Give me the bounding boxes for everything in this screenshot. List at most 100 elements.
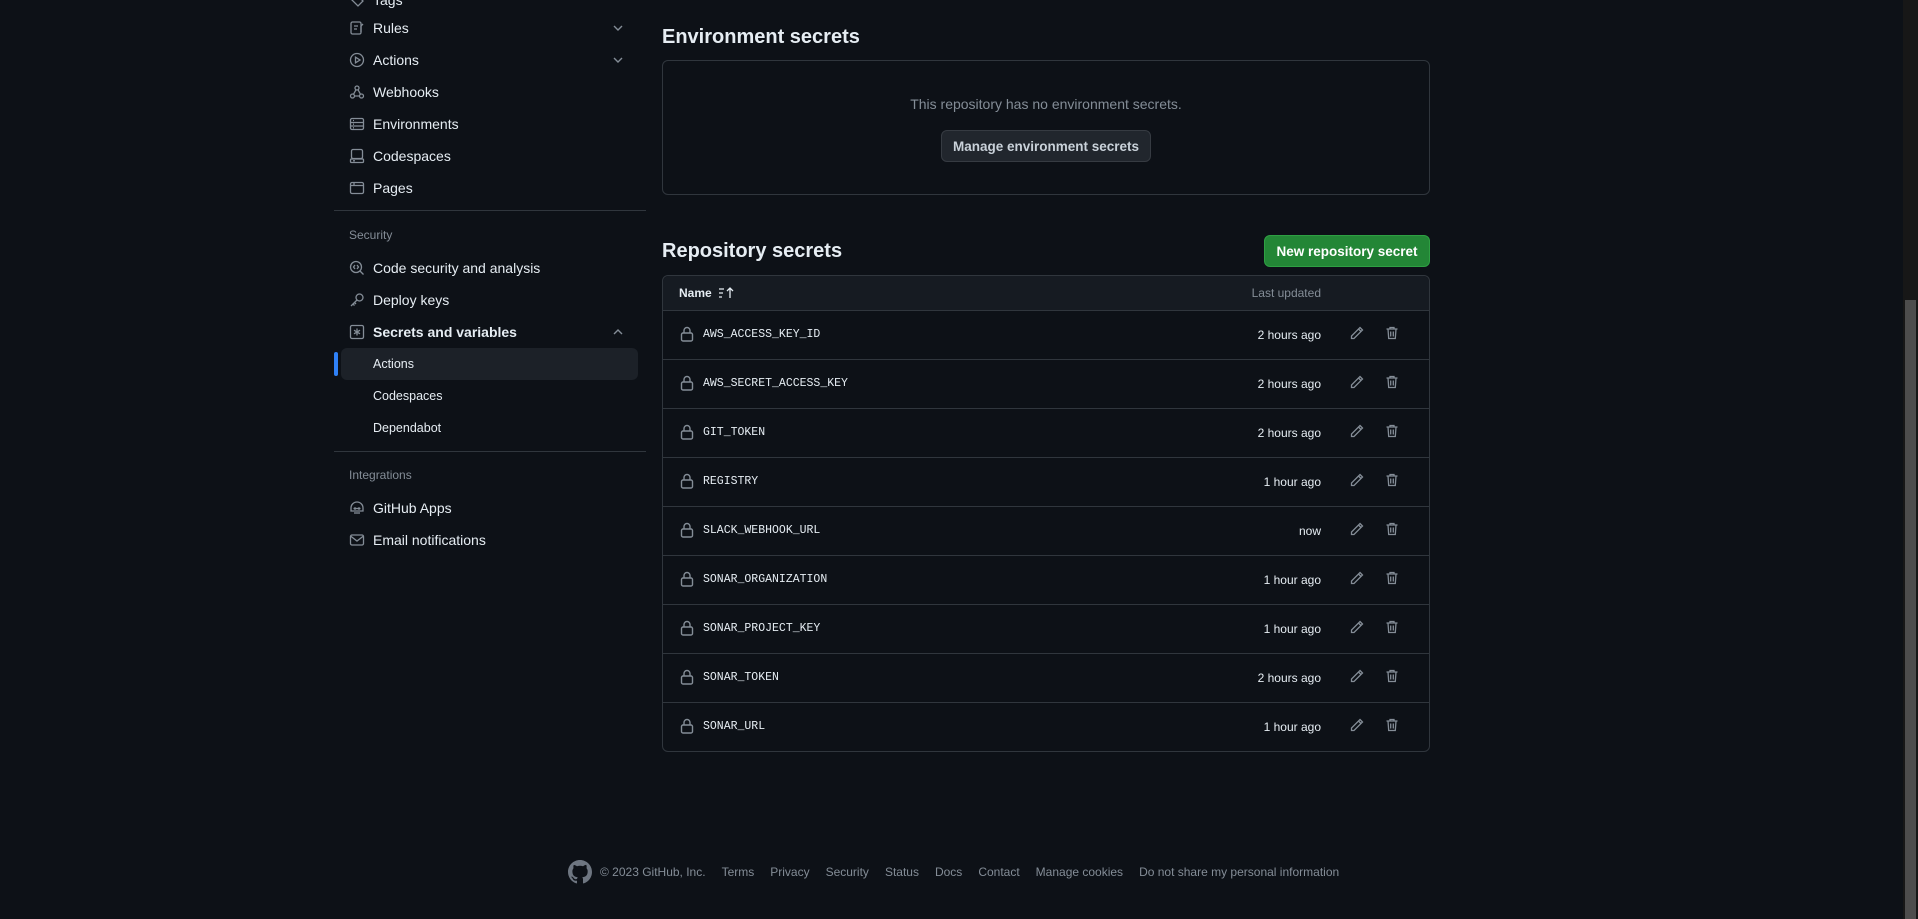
chevron-down-icon[interactable] [610,20,626,36]
trash-icon[interactable] [1384,325,1400,341]
secret-last-updated: 2 hours ago [1257,426,1321,440]
sidebar-item-deploy-keys[interactable]: Deploy keys [334,284,638,316]
secret-name: SONAR_ORGANIZATION [703,573,828,586]
repository-secrets-title: Repository secrets [662,240,843,262]
rules-icon [349,20,365,36]
column-header-name[interactable]: Name [679,286,736,300]
sidebar-heading-security: Security [349,228,393,242]
sidebar-item-label: Email notifications [373,532,486,548]
table-row: SLACK_WEBHOOK_URL now [663,506,1429,556]
trash-icon[interactable] [1384,668,1400,684]
trash-icon[interactable] [1384,717,1400,733]
chevron-down-icon[interactable] [610,52,626,68]
sidebar-item-email-notifications[interactable]: Email notifications [334,524,638,556]
footer-link-status[interactable]: Status [885,865,919,879]
active-indicator [334,352,338,376]
pencil-icon[interactable] [1349,521,1365,537]
secret-name: AWS_SECRET_ACCESS_KEY [703,377,848,390]
pencil-icon[interactable] [1349,570,1365,586]
sidebar-item-pages[interactable]: Pages [334,172,638,204]
sidebar-item-label: Pages [373,180,413,196]
empty-state-text: This repository has no environment secre… [910,96,1182,112]
footer-link-manage-cookies[interactable]: Manage cookies [1036,865,1123,879]
sidebar-item-label: Codespaces [373,148,451,164]
codescan-icon [349,260,365,276]
footer-link-terms[interactable]: Terms [722,865,755,879]
footer-link-security[interactable]: Security [826,865,869,879]
webhook-icon [349,84,365,100]
trash-icon[interactable] [1384,472,1400,488]
trash-icon[interactable] [1384,423,1400,439]
pencil-icon[interactable] [1349,423,1365,439]
pencil-icon[interactable] [1349,717,1365,733]
sidebar-item-label: Actions [373,52,419,68]
footer-link-docs[interactable]: Docs [935,865,962,879]
pencil-icon[interactable] [1349,374,1365,390]
trash-icon[interactable] [1384,521,1400,537]
trash-icon[interactable] [1384,570,1400,586]
sidebar-divider [334,451,646,452]
sidebar-item-code-security[interactable]: Code security and analysis [334,252,638,284]
trash-icon[interactable] [1384,374,1400,390]
play-icon [349,52,365,68]
footer-copyright: © 2023 GitHub, Inc. [600,865,706,879]
column-header-last-updated: Last updated [1251,286,1321,300]
scrollbar-thumb[interactable] [1905,300,1916,919]
sidebar-item-label: Environments [373,116,459,132]
secret-name: SONAR_URL [703,720,766,733]
table-row: AWS_SECRET_ACCESS_KEY 2 hours ago [663,359,1429,409]
trash-icon[interactable] [1384,619,1400,635]
footer-link-contact[interactable]: Contact [978,865,1019,879]
sidebar-item-secrets-and-variables[interactable]: Secrets and variables [334,316,638,348]
sidebar-item-label: Deploy keys [373,292,450,308]
key-asterisk-icon [349,324,365,340]
table-row: SONAR_PROJECT_KEY 1 hour ago [663,604,1429,654]
browser-icon [349,180,365,196]
secret-name: GIT_TOKEN [703,426,766,439]
hubot-icon [349,500,365,516]
codespaces-icon [349,148,365,164]
github-logo-icon[interactable] [568,860,592,884]
sidebar-item-rules[interactable]: Rules [334,12,638,44]
sidebar-divider [334,210,646,211]
sidebar-item-label: Webhooks [373,84,439,100]
sidebar-item-label: GitHub Apps [373,500,452,516]
repository-secrets-table: Name Last updated AWS_ACCESS_KEY_ID 2 hou… [662,275,1430,752]
secret-last-updated: 2 hours ago [1257,671,1321,685]
secret-last-updated: now [1298,524,1321,538]
pencil-icon[interactable] [1349,619,1365,635]
sort-ascending-icon[interactable] [718,286,736,300]
server-icon [349,116,365,132]
environment-secrets-title: Environment secrets [662,26,860,48]
lock-icon [680,375,694,391]
table-row: REGISTRY 1 hour ago [663,457,1429,507]
sidebar-subitem-codespaces[interactable]: Codespaces [341,380,638,412]
table-header: Name Last updated [663,276,1429,311]
sidebar-item-actions[interactable]: Actions [334,44,638,76]
sidebar-subitem-actions[interactable]: Actions [341,348,638,380]
pencil-icon[interactable] [1349,472,1365,488]
sidebar-item-label: Secrets and variables [373,324,517,340]
secret-last-updated: 2 hours ago [1257,328,1321,342]
table-row: GIT_TOKEN 2 hours ago [663,408,1429,458]
chevron-up-icon[interactable] [610,324,626,340]
sidebar-item-environments[interactable]: Environments [334,108,638,140]
footer-link-do-not-share[interactable]: Do not share my personal information [1139,865,1339,879]
table-row: SONAR_URL 1 hour ago [663,702,1429,751]
footer-link-privacy[interactable]: Privacy [770,865,809,879]
secret-last-updated: 2 hours ago [1257,377,1321,391]
pencil-icon[interactable] [1349,668,1365,684]
page-scrollbar[interactable] [1903,0,1918,919]
new-repository-secret-button[interactable]: New repository secret [1264,235,1430,267]
sidebar-item-github-apps[interactable]: GitHub Apps [334,492,638,524]
manage-environment-secrets-button[interactable]: Manage environment secrets [941,130,1151,162]
lock-icon [680,571,694,587]
pencil-icon[interactable] [1349,325,1365,341]
column-header-label: Name [679,286,712,300]
sidebar-item-webhooks[interactable]: Webhooks [334,76,638,108]
sidebar-item-codespaces[interactable]: Codespaces [334,140,638,172]
sidebar-heading-integrations: Integrations [349,468,412,482]
secret-last-updated: 1 hour ago [1263,475,1321,489]
sidebar-item-label: Rules [373,20,409,36]
sidebar-subitem-dependabot[interactable]: Dependabot [341,412,638,444]
